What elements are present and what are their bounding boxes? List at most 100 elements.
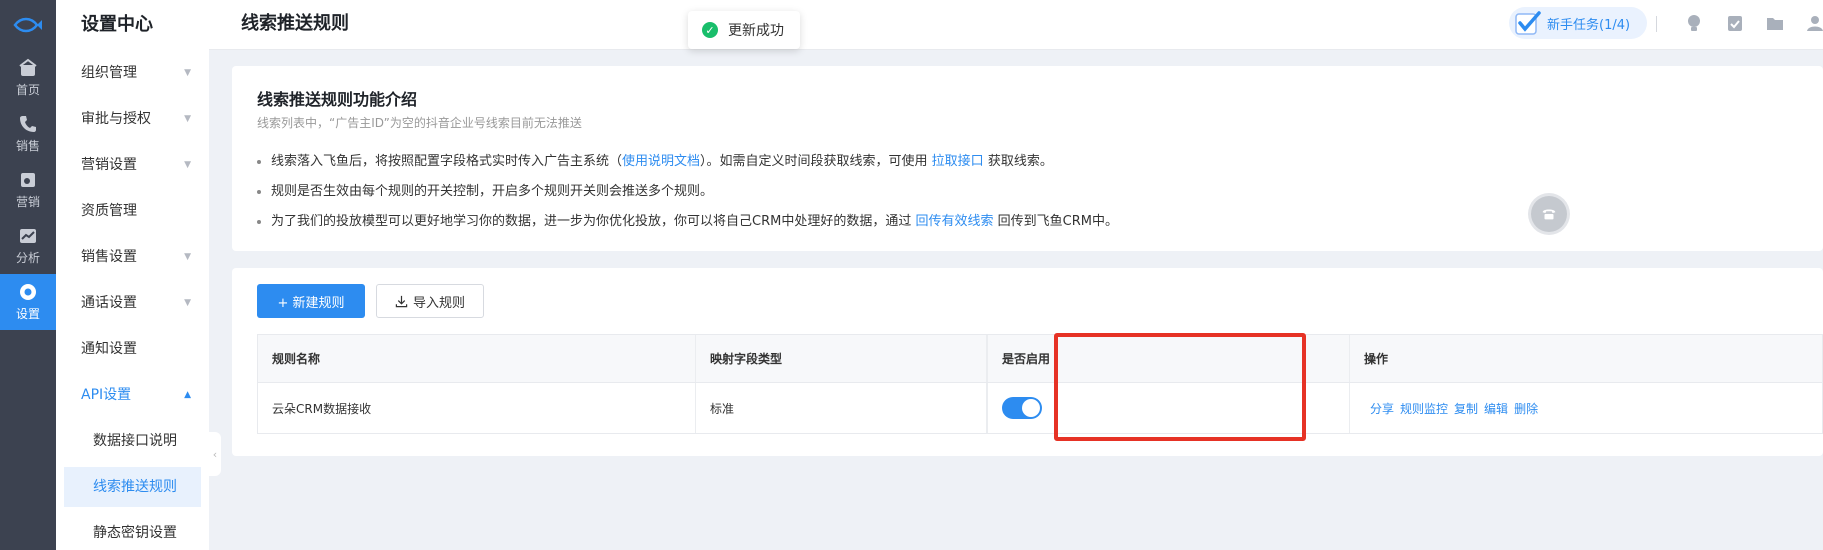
rule-type-cell: 标准 (696, 383, 987, 433)
rail-item-analysis[interactable]: 分析 (0, 218, 56, 274)
col-header-actions: 操作 (1364, 352, 1389, 366)
intro-subtitle: 线索列表中，“广告主ID”为空的抖音企业号线索目前无法推送 (257, 116, 582, 130)
chart-icon (20, 229, 36, 243)
intro-card: 线索推送规则功能介绍 线索列表中，“广告主ID”为空的抖音企业号线索目前无法推送… (232, 66, 1823, 251)
rail-label: 首页 (15, 83, 40, 97)
menu-item-label: 资质管理 (81, 203, 137, 219)
user-icon[interactable] (1805, 13, 1823, 33)
collapse-menu-handle[interactable]: ‹ (209, 432, 221, 476)
task-check-icon (1515, 11, 1541, 35)
bullet-text: 为了我们的投放模型可以更好地学习你的数据，进一步为你优化投放，你可以将自己CRM… (271, 214, 916, 229)
delete-link[interactable]: 删除 (1514, 400, 1538, 417)
menu-item-approval[interactable]: 审批与授权 ▼ (56, 96, 209, 142)
chevron-down-icon: ▼ (184, 114, 191, 124)
rail-item-sales[interactable]: 销售 (0, 106, 56, 162)
menu-item-call[interactable]: 通话设置 ▼ (56, 280, 209, 326)
menu-item-sales[interactable]: 销售设置 ▼ (56, 234, 209, 280)
chevron-left-icon: ‹ (212, 447, 218, 461)
bullet-dot (257, 189, 261, 194)
header-divider (1656, 16, 1657, 32)
rule-enabled-toggle[interactable] (1002, 397, 1042, 419)
download-icon (395, 295, 408, 307)
fish-logo-icon (13, 17, 42, 33)
home-icon (19, 58, 37, 76)
chevron-up-icon: ▲ (184, 390, 191, 400)
menu-item-label: 销售设置 (81, 249, 137, 265)
menu-item-api[interactable]: API设置 ▲ (56, 372, 209, 418)
share-link[interactable]: 分享 (1370, 400, 1394, 417)
menu-item-qualification[interactable]: 资质管理 (56, 188, 209, 234)
edit-link[interactable]: 编辑 (1484, 400, 1508, 417)
page-header: 线索推送规则 新手任务(1/4) (209, 0, 1823, 50)
rail-item-settings[interactable]: 设置 (0, 274, 56, 330)
telephone-icon (1542, 209, 1556, 220)
col-header-name: 规则名称 (258, 335, 696, 382)
bullet-dot (257, 159, 261, 164)
sub-item-static-key[interactable]: 静态密钥设置 (56, 510, 209, 550)
chevron-down-icon: ▼ (184, 252, 191, 262)
chevron-down-icon: ▼ (184, 160, 191, 170)
task-label: 新手任务(1/4) (1547, 17, 1631, 33)
col-header-type: 映射字段类型 (696, 335, 987, 382)
new-rule-button[interactable]: + 新建规则 (257, 284, 365, 318)
app-logo[interactable] (0, 0, 56, 50)
bullet-dot (257, 219, 261, 224)
intro-title: 线索推送规则功能介绍 (257, 90, 418, 109)
rules-table: 规则名称 映射字段类型 是否启用 操作 云朵CRM数据接收 标准 分享 规则监控… (257, 334, 1823, 434)
table-row: 云朵CRM数据接收 标准 分享 规则监控 复制 编辑 删除 (258, 383, 1822, 433)
intro-bullet-2: 规则是否生效由每个规则的开关控制，开启多个规则开关则会推送多个规则。 (257, 180, 713, 199)
bullet-text: 规则是否生效由每个规则的开关控制，开启多个规则开关则会推送多个规则。 (271, 184, 714, 199)
menu-item-marketing[interactable]: 营销设置 ▼ (56, 142, 209, 188)
settings-menu: 设置中心 组织管理 ▼ 审批与授权 ▼ 营销设置 ▼ 资质管理 销售设置 ▼ 通话设置 ▼… (56, 0, 209, 550)
bullet-text: 回传到飞鱼CRM中。 (993, 214, 1118, 229)
bulb-icon[interactable] (1684, 13, 1704, 33)
rail-item-marketing[interactable]: 营销 (0, 162, 56, 218)
chevron-down-icon: ▼ (184, 68, 191, 78)
return-valid-leads-link[interactable]: 回传有效线索 (915, 214, 993, 229)
rules-card: + 新建规则 导入规则 规则名称 映射字段类型 是否启用 操作 云朵CRM数据接… (232, 268, 1823, 456)
clipboard-icon[interactable] (1725, 13, 1745, 33)
usage-doc-link[interactable]: 使用说明文档 (622, 154, 700, 169)
folder-icon[interactable] (1765, 13, 1785, 33)
pull-api-link[interactable]: 拉取接口 (932, 154, 984, 169)
bullet-text: 获取线索。 (983, 154, 1053, 169)
rail-label: 销售 (15, 139, 40, 153)
rail-label: 营销 (15, 195, 40, 209)
bullet-text: 线索落入飞鱼后，将按照配置字段格式实时传入广告主系统（ (271, 154, 623, 169)
rule-monitor-link[interactable]: 规则监控 (1400, 400, 1448, 417)
toast-text: 更新成功 (728, 23, 784, 39)
rule-enabled-cell (987, 383, 1350, 433)
menu-item-label: 通知设置 (81, 341, 137, 357)
app-rail: 首页 销售 营销 分析 设置 (0, 0, 56, 550)
menu-item-label: API设置 (81, 387, 132, 403)
success-check-icon: ✓ (702, 22, 718, 38)
settings-icon (20, 284, 36, 300)
rail-label: 设置 (15, 307, 40, 321)
page-title: 线索推送规则 (241, 13, 349, 34)
import-rule-button[interactable]: 导入规则 (376, 284, 484, 318)
floating-call-button[interactable] (1531, 196, 1567, 232)
chevron-down-icon: ▼ (184, 298, 191, 308)
menu-item-label: 通话设置 (81, 295, 137, 311)
sub-item-lead-push-rules[interactable]: 线索推送规则 (64, 467, 201, 507)
rule-actions-cell: 分享 规则监控 复制 编辑 删除 (1350, 383, 1823, 433)
intro-bullet-3: 为了我们的投放模型可以更好地学习你的数据，进一步为你优化投放，你可以将自己CRM… (257, 210, 1118, 229)
phone-icon (20, 116, 36, 132)
menu-item-label: 营销设置 (81, 157, 137, 173)
intro-bullet-1: 线索落入飞鱼后，将按照配置字段格式实时传入广告主系统（使用说明文档）。如需自定义… (257, 150, 1053, 169)
marketing-icon (21, 173, 35, 187)
novice-task-button[interactable]: 新手任务(1/4) (1509, 7, 1647, 39)
col-header-enabled: 是否启用 (987, 335, 1350, 382)
menu-item-label: 组织管理 (81, 65, 137, 81)
table-header: 规则名称 映射字段类型 是否启用 操作 (258, 335, 1822, 383)
menu-title: 设置中心 (81, 14, 153, 35)
copy-link[interactable]: 复制 (1454, 400, 1478, 417)
rail-item-home[interactable]: 首页 (0, 50, 56, 106)
menu-item-org[interactable]: 组织管理 ▼ (56, 50, 209, 96)
success-toast: ✓ 更新成功 (688, 11, 800, 49)
menu-item-label: 审批与授权 (81, 111, 151, 127)
import-label: 导入规则 (412, 295, 465, 311)
menu-item-notify[interactable]: 通知设置 (56, 326, 209, 372)
rail-label: 分析 (15, 251, 40, 265)
sub-item-data-interface[interactable]: 数据接口说明 (56, 418, 209, 464)
